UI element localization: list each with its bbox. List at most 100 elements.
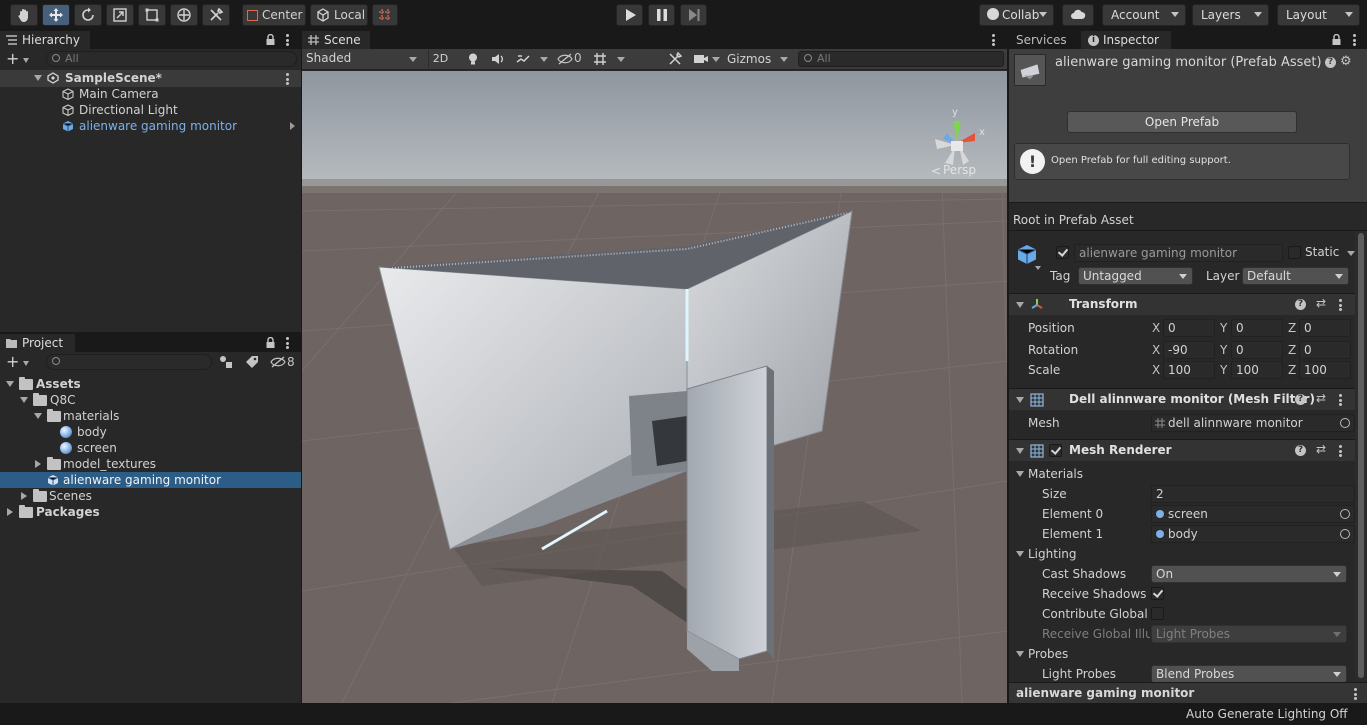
scale-x-field[interactable]: 100 — [1163, 361, 1215, 379]
divider[interactable] — [301, 31, 302, 703]
layers-dropdown[interactable]: Layers — [1192, 4, 1269, 26]
hidden-packages-toggle[interactable]: 8 — [270, 355, 300, 369]
component-menu-icon[interactable] — [1339, 394, 1342, 406]
preview-menu-icon[interactable] — [1354, 688, 1357, 700]
lighting-bulb-icon[interactable] — [466, 52, 480, 66]
object-name-field[interactable]: alienware gaming monitor — [1074, 244, 1283, 262]
preview-footer[interactable]: alienware gaming monitor — [1009, 682, 1367, 703]
help-icon[interactable]: ? — [1295, 394, 1306, 405]
lock-icon[interactable] — [266, 34, 275, 45]
shading-mode-dropdown[interactable]: Shaded — [302, 50, 422, 68]
probes-foldout[interactable]: Probes — [1009, 646, 1209, 662]
tree-item-q8c[interactable]: Q8C — [0, 392, 301, 408]
position-z-field[interactable]: 0 — [1299, 319, 1351, 337]
tree-item-scenes[interactable]: Scenes — [0, 488, 301, 504]
position-y-field[interactable]: 0 — [1231, 319, 1283, 337]
scene-panel-menu-icon[interactable] — [992, 34, 995, 46]
help-icon[interactable]: ? — [1295, 445, 1306, 456]
grid-snap-button[interactable] — [372, 4, 398, 26]
tab-project[interactable]: Project — [0, 334, 75, 353]
rotation-z-field[interactable]: 0 — [1299, 341, 1351, 359]
lock-icon[interactable] — [1332, 34, 1341, 45]
move-tool-button[interactable] — [42, 4, 70, 26]
2d-mode-toggle[interactable]: 2D — [428, 50, 452, 68]
tab-hierarchy[interactable]: Hierarchy — [0, 31, 90, 50]
scrollbar-thumb[interactable] — [1358, 233, 1364, 678]
layer-dropdown[interactable]: Default — [1242, 267, 1349, 285]
tree-item-screen[interactable]: screen — [0, 440, 301, 456]
effects-icon[interactable] — [516, 52, 530, 66]
lighting-foldout[interactable]: Lighting — [1009, 546, 1209, 562]
hand-tool-button[interactable] — [10, 4, 38, 26]
cast-shadows-dropdown[interactable]: On — [1151, 565, 1347, 583]
active-checkbox[interactable] — [1056, 246, 1069, 259]
scale-y-field[interactable]: 100 — [1231, 361, 1283, 379]
tree-item-prefab-selected[interactable]: alienware gaming monitor — [0, 472, 301, 488]
project-menu-icon[interactable] — [286, 337, 289, 349]
position-x-field[interactable]: 0 — [1163, 319, 1215, 337]
hierarchy-item-prefab[interactable]: alienware gaming monitor — [0, 118, 301, 134]
chevron-down-icon[interactable] — [540, 57, 548, 62]
tree-item-materials[interactable]: materials — [0, 408, 301, 424]
tree-item-assets[interactable]: Assets — [0, 376, 301, 392]
layout-dropdown[interactable]: Layout — [1277, 4, 1360, 26]
pivot-center-toggle[interactable]: Center — [242, 4, 306, 26]
chevron-down-icon[interactable] — [617, 57, 625, 62]
materials-size-field[interactable]: 2 — [1151, 485, 1355, 503]
preset-sliders-icon[interactable]: ⇄ — [1316, 391, 1326, 405]
rect-tool-button[interactable] — [138, 4, 166, 26]
mesh-filter-header[interactable]: Dell alinnware monitor (Mesh Filter) ? ⇄ — [1009, 388, 1367, 410]
scene-visibility-toggle[interactable]: 0 — [557, 51, 587, 67]
lighting-status[interactable]: Auto Generate Lighting Off — [1186, 707, 1348, 721]
play-button[interactable] — [616, 4, 643, 26]
tree-item-model-textures[interactable]: model_textures — [0, 456, 301, 472]
element1-object-field[interactable]: body — [1151, 525, 1355, 543]
tree-item-packages[interactable]: Packages — [0, 504, 301, 520]
grid-toggle-icon[interactable] — [593, 52, 607, 66]
scene-viewport[interactable]: y x < Persp — [302, 71, 1007, 703]
mesh-renderer-header[interactable]: Mesh Renderer ? ⇄ — [1009, 439, 1367, 461]
tree-item-body[interactable]: body — [0, 424, 301, 440]
scene-row[interactable]: SampleScene* — [0, 70, 301, 87]
open-prefab-button[interactable]: Open Prefab — [1067, 111, 1297, 133]
inspector-menu-icon[interactable] — [1353, 34, 1356, 46]
cloud-button[interactable] — [1062, 4, 1094, 26]
chevron-right-icon[interactable] — [290, 122, 295, 130]
tab-inspector[interactable]: i Inspector — [1081, 31, 1171, 50]
transform-tool-button[interactable] — [170, 4, 198, 26]
materials-foldout[interactable]: Materials — [1009, 466, 1209, 482]
object-picker-icon[interactable] — [1340, 529, 1350, 539]
pause-button[interactable] — [648, 4, 675, 26]
light-probes-dropdown[interactable]: Blend Probes — [1151, 665, 1347, 683]
pivot-space-toggle[interactable]: Local — [310, 4, 368, 26]
preset-sliders-icon[interactable]: ⇄ — [1316, 296, 1326, 310]
help-icon[interactable]: ? — [1295, 299, 1306, 310]
hierarchy-add-button[interactable]: + — [6, 51, 36, 68]
object-picker-icon[interactable] — [1340, 509, 1350, 519]
gizmos-dropdown[interactable]: Gizmos — [724, 50, 792, 68]
projection-toggle[interactable]: < Persp — [930, 162, 990, 178]
tag-dropdown[interactable]: Untagged — [1078, 267, 1193, 285]
contribute-gi-checkbox[interactable] — [1151, 607, 1164, 620]
receive-shadows-checkbox[interactable] — [1151, 587, 1164, 600]
component-menu-icon[interactable] — [1339, 299, 1342, 311]
static-checkbox[interactable] — [1288, 246, 1301, 259]
tab-scene[interactable]: Scene — [302, 31, 370, 50]
account-dropdown[interactable]: Account — [1102, 4, 1186, 26]
object-picker-icon[interactable] — [1340, 418, 1350, 428]
element0-object-field[interactable]: screen — [1151, 505, 1355, 523]
search-by-type-icon[interactable] — [219, 355, 233, 369]
custom-tool-button[interactable] — [202, 4, 230, 26]
gear-icon[interactable]: ⚙ — [1340, 54, 1352, 69]
hierarchy-search-input[interactable]: All — [46, 51, 297, 67]
scene-menu-icon[interactable] — [286, 73, 289, 85]
scale-z-field[interactable]: 100 — [1299, 361, 1351, 379]
inspector-scrollbar[interactable] — [1355, 231, 1367, 681]
mesh-renderer-enabled-checkbox[interactable] — [1049, 444, 1062, 457]
chevron-down-icon[interactable] — [1035, 266, 1041, 270]
scene-search-input[interactable]: All — [798, 51, 1004, 67]
chevron-down-icon[interactable] — [712, 57, 720, 62]
transform-header[interactable]: Transform ? ⇄ — [1009, 293, 1367, 315]
rotation-y-field[interactable]: 0 — [1231, 341, 1283, 359]
mesh-object-field[interactable]: dell alinnware monitor — [1151, 414, 1355, 432]
